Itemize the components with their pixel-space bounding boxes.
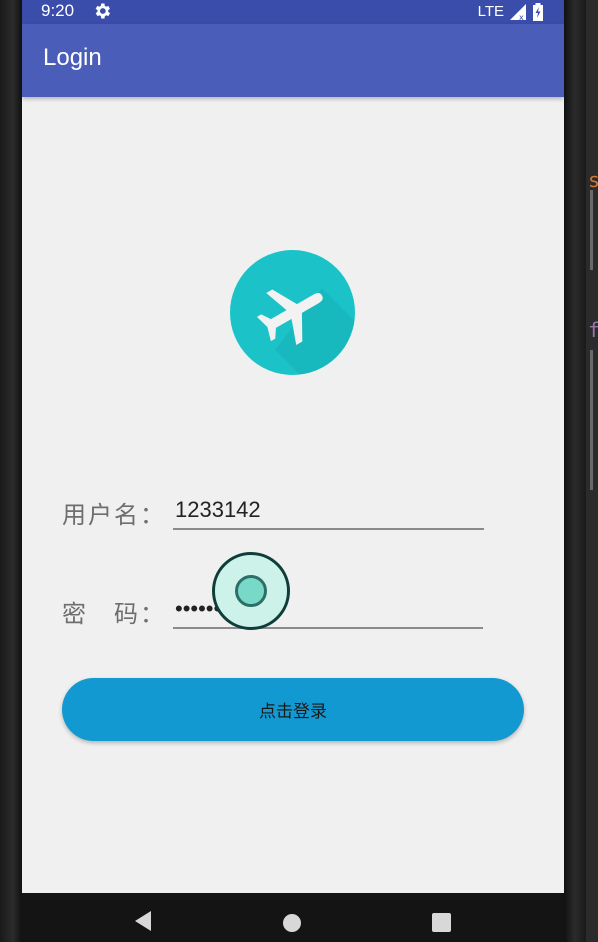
navigation-bar <box>22 893 564 942</box>
status-bar: 9:20 LTE x <box>22 0 564 24</box>
network-type: LTE <box>477 3 504 20</box>
touch-indicator-center <box>235 575 267 607</box>
phone-screen: 9:20 LTE x Login 用户名： 密 码 <box>22 0 564 942</box>
password-label: 密 码： <box>62 600 166 628</box>
battery-icon <box>533 3 543 21</box>
login-button[interactable]: 点击登录 <box>62 678 524 741</box>
ide-editor-edge: s f <box>586 0 598 942</box>
username-input[interactable] <box>173 492 484 530</box>
svg-text:x: x <box>519 13 524 21</box>
status-indicators: LTE x <box>478 0 544 24</box>
app-bar: Login <box>22 24 564 97</box>
signal-icon: x <box>510 4 526 21</box>
device-frame-left <box>0 0 22 942</box>
home-icon[interactable] <box>283 914 301 932</box>
app-logo <box>230 250 355 375</box>
status-time: 9:20 <box>41 1 75 20</box>
back-icon[interactable] <box>133 910 153 932</box>
touch-indicator <box>212 552 290 630</box>
airplane-icon <box>256 288 355 375</box>
recents-icon[interactable] <box>432 913 451 932</box>
username-label: 用户名： <box>62 501 166 529</box>
device-frame-right <box>564 0 586 942</box>
gear-icon <box>95 3 110 19</box>
app-title: Login <box>43 44 102 71</box>
